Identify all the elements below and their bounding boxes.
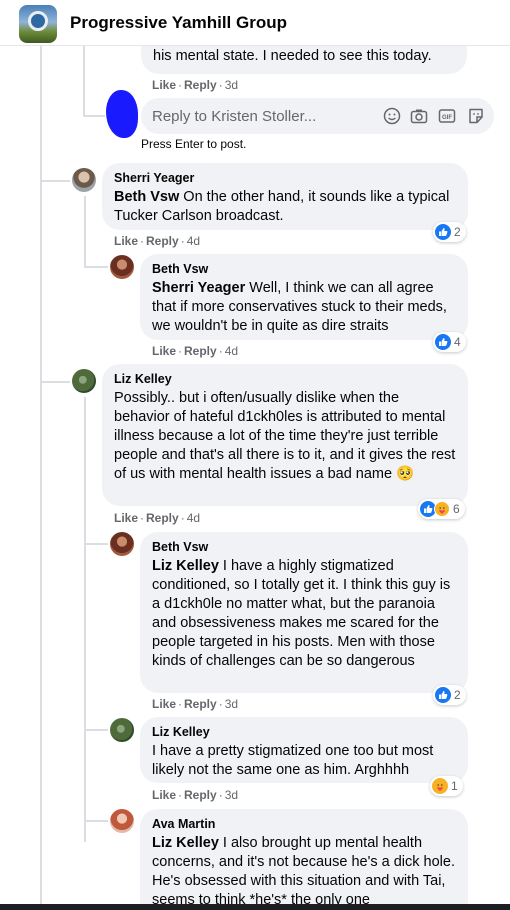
group-avatar[interactable]	[19, 5, 57, 43]
reply-link[interactable]: Reply	[184, 344, 217, 358]
timestamp[interactable]: 3d	[225, 697, 238, 711]
mention-link[interactable]: Liz Kelley	[152, 835, 219, 851]
svg-text:GIF: GIF	[442, 115, 452, 121]
reaction-count: 6	[453, 502, 460, 516]
comment-text: I have a pretty stigmatized one too but …	[152, 743, 434, 778]
press-enter-hint: Press Enter to post.	[141, 137, 247, 151]
thread-connector	[40, 381, 70, 383]
comment-actions: Like · Reply · 3d	[152, 788, 239, 802]
reaction-summary[interactable]: 4	[433, 332, 466, 352]
like-link[interactable]: Like	[152, 78, 176, 92]
timestamp[interactable]: 4d	[187, 234, 200, 248]
timestamp[interactable]: 4d	[225, 344, 238, 358]
avatar[interactable]	[110, 532, 134, 556]
reply-link[interactable]: Reply	[184, 697, 217, 711]
like-link[interactable]: Like	[152, 697, 176, 711]
reply-link[interactable]: Reply	[146, 234, 179, 248]
comment-bubble: Sherri Yeager Beth Vsw On the other hand…	[102, 163, 468, 230]
reply-box: GIF	[141, 98, 494, 134]
smiley-icon[interactable]	[383, 107, 401, 125]
thread-line	[84, 397, 86, 842]
comment-author[interactable]: Sherri Yeager	[114, 171, 456, 185]
avatar	[106, 90, 138, 138]
like-link[interactable]: Like	[114, 234, 138, 248]
mention-link[interactable]: Liz Kelley	[152, 558, 219, 574]
reply-link[interactable]: Reply	[146, 511, 179, 525]
mention-link[interactable]: Sherri Yeager	[152, 280, 245, 296]
comment-text: Possibly.. but i often/usually dislike w…	[114, 390, 456, 482]
group-header: Progressive Yamhill Group	[0, 0, 510, 46]
comment-text: Sherri Yeager Well, I think we can all a…	[152, 280, 447, 334]
comment-actions: Like · Reply · 4d	[114, 511, 201, 525]
comment-author[interactable]: Liz Kelley	[114, 372, 456, 386]
group-title[interactable]: Progressive Yamhill Group	[70, 13, 287, 33]
comment-author[interactable]: Liz Kelley	[152, 725, 456, 739]
reaction-count: 2	[454, 688, 461, 702]
reaction-count: 4	[454, 335, 461, 349]
comment-author[interactable]: Beth Vsw	[152, 540, 456, 554]
care-reaction-icon	[432, 778, 448, 794]
like-reaction-icon	[435, 224, 451, 240]
thread-line	[40, 46, 42, 910]
care-reaction-icon	[434, 501, 450, 517]
screen-edge	[0, 904, 510, 910]
avatar[interactable]	[72, 369, 96, 393]
comment-text: Beth Vsw On the other hand, it sounds li…	[114, 189, 450, 224]
reaction-count: 1	[451, 779, 458, 793]
comment-actions: Like · Reply · 3d	[152, 78, 239, 92]
comment-author[interactable]: Beth Vsw	[152, 262, 456, 276]
reply-link[interactable]: Reply	[184, 788, 217, 802]
reply-link[interactable]: Reply	[184, 78, 217, 92]
reaction-count: 2	[454, 225, 461, 239]
reaction-summary[interactable]: 6	[418, 499, 465, 519]
timestamp[interactable]: 4d	[187, 511, 200, 525]
like-link[interactable]: Like	[114, 511, 138, 525]
avatar[interactable]	[110, 809, 134, 833]
comment-bubble: Ava Martin Liz Kelley I also brought up …	[140, 809, 468, 910]
reaction-summary[interactable]: 2	[433, 222, 466, 242]
like-link[interactable]: Like	[152, 788, 176, 802]
comment-actions: Like · Reply · 4d	[114, 234, 201, 248]
like-link[interactable]: Like	[152, 344, 176, 358]
reply-input[interactable]	[152, 98, 372, 134]
thread-connector	[84, 266, 108, 268]
thread-connector	[84, 820, 108, 822]
avatar[interactable]	[110, 255, 134, 279]
comment-actions: Like · Reply · 3d	[152, 697, 239, 711]
thread-line	[83, 46, 85, 116]
comment-bubble: Beth Vsw Liz Kelley I have a highly stig…	[140, 532, 468, 693]
comment-text: Liz Kelley I have a highly stigmatized c…	[152, 558, 451, 669]
timestamp[interactable]: 3d	[225, 78, 238, 92]
comment-bubble: Liz Kelley I have a pretty stigmatized o…	[140, 717, 468, 783]
comment-actions: Like · Reply · 4d	[152, 344, 239, 358]
camera-icon[interactable]	[410, 107, 428, 125]
thread-connector	[83, 115, 105, 117]
comment-bubble: Beth Vsw Sherri Yeager Well, I think we …	[140, 254, 468, 340]
thread-connector	[84, 729, 108, 731]
reaction-summary[interactable]: 2	[433, 685, 466, 705]
thread-connector	[40, 180, 70, 182]
like-reaction-icon	[435, 334, 451, 350]
avatar[interactable]	[72, 168, 96, 192]
avatar[interactable]	[110, 718, 134, 742]
mention-link[interactable]: Beth Vsw	[114, 189, 179, 205]
comment-text: Liz Kelley I also brought up mental heal…	[152, 835, 455, 908]
gif-icon[interactable]: GIF	[438, 107, 456, 125]
comment-bubble: Liz Kelley Possibly.. but i often/usuall…	[102, 364, 468, 506]
reaction-summary[interactable]: 1	[430, 776, 463, 796]
thread-line	[84, 196, 86, 266]
thread-connector	[84, 543, 108, 545]
comment-author[interactable]: Ava Martin	[152, 817, 456, 831]
sticker-icon[interactable]	[467, 107, 485, 125]
comment-text: his mental state. I needed to see this t…	[153, 48, 432, 64]
like-reaction-icon	[435, 687, 451, 703]
timestamp[interactable]: 3d	[225, 788, 238, 802]
